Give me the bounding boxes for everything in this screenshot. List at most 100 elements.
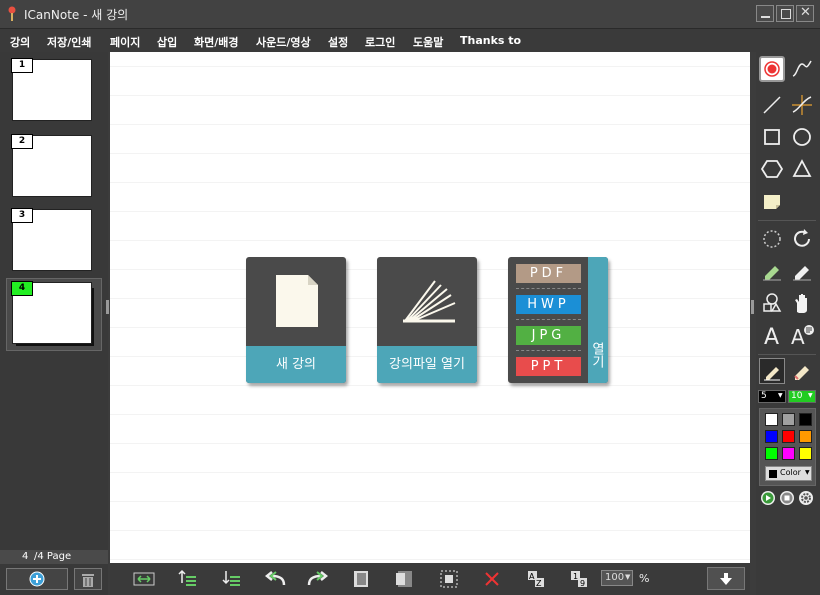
page-number-label: 3 [11,208,33,223]
pen-size-value: 5 [761,391,767,401]
undo-icon[interactable] [264,569,286,589]
pen-tool-button[interactable] [759,358,785,384]
triangle-icon[interactable] [789,156,815,182]
divider [758,354,816,355]
menu-screen-background[interactable]: 화면/배경 [194,34,239,50]
hwp-format-button[interactable]: HWP [516,295,581,314]
blank-document-icon [276,275,318,327]
gear-icon[interactable] [798,490,814,506]
freehand-icon[interactable] [789,56,815,82]
close-button[interactable]: ✕ [796,5,814,22]
color-swatch-orange[interactable] [799,430,812,443]
move-page-up-icon[interactable] [176,569,198,589]
clear-icon[interactable] [481,569,503,589]
zoom-value: 100 [605,572,625,583]
custom-color-button[interactable]: Color ▼ [765,466,812,481]
page-thumbnail[interactable]: 1 [11,58,92,121]
divider [758,220,816,221]
sort-19-icon[interactable]: 19 [568,569,590,589]
add-page-button[interactable] [6,568,68,590]
text-tool-icon[interactable]: A [759,322,785,348]
new-lecture-card[interactable]: 새 강의 [246,257,346,383]
page-number-label: 1 [11,58,33,73]
current-page-value: 4 [22,551,29,562]
svg-text:A: A [791,325,805,348]
minimize-button[interactable] [756,5,774,22]
circle-icon[interactable] [789,124,815,150]
maximize-button[interactable] [776,5,794,22]
menu-thanks-to[interactable]: Thanks to [460,34,521,47]
svg-text:A: A [764,325,779,348]
separator [516,319,581,320]
menu-save-print[interactable]: 저장/인쇄 [47,34,92,50]
new-lecture-label: 새 강의 [246,346,346,383]
menu-page[interactable]: 페이지 [110,34,140,50]
line-icon[interactable] [759,92,785,118]
menu-bar: 강의 저장/인쇄 페이지 삽입 화면/배경 사운드/영상 설정 로그인 도움말 … [0,29,820,52]
lasso-select-icon[interactable] [759,226,785,252]
color-swatch-yellow[interactable] [799,447,812,460]
window-title: ICanNote - 새 강의 [24,8,129,22]
color-swatch-white[interactable] [765,413,778,426]
jpg-format-button[interactable]: JPG [516,326,581,345]
move-page-down-icon[interactable] [220,569,242,589]
paste-page-icon[interactable] [394,569,416,589]
color-swatch-gray[interactable] [782,413,795,426]
menu-settings[interactable]: 설정 [328,34,348,50]
hexagon-icon[interactable] [759,156,785,182]
fit-width-icon[interactable] [133,569,155,589]
sort-az-icon[interactable]: AZ [525,569,547,589]
stop-icon[interactable] [779,490,795,506]
menu-login[interactable]: 로그인 [365,34,395,50]
eraser-green-icon[interactable] [759,258,785,284]
menu-help[interactable]: 도움말 [413,34,443,50]
color-swatch-blue[interactable] [765,430,778,443]
axis-graph-icon[interactable] [789,92,815,118]
pdf-format-button[interactable]: PDF [516,264,581,283]
sticky-note-icon[interactable] [759,188,785,214]
hand-pan-icon[interactable] [789,290,815,316]
menu-insert[interactable]: 삽입 [157,34,177,50]
bottom-toolbar: AZ 19 100 ▼ % [110,563,750,595]
left-splitter-handle[interactable] [106,300,109,314]
chevron-down-icon: ▼ [805,469,810,476]
open-side-tab[interactable]: 열기 [588,257,608,383]
page-number-label: 2 [11,134,33,149]
right-splitter-handle[interactable] [751,300,754,314]
color-swatch-magenta[interactable] [782,447,795,460]
text-box-icon[interactable]: A [789,322,815,348]
page-number-label: 4 [11,281,33,296]
page-thumbnail-current[interactable]: 4 [11,281,92,344]
delete-page-button[interactable] [74,568,102,590]
page-counter: 4 /4 Page [0,550,108,564]
ppt-format-button[interactable]: PPT [516,357,581,376]
rectangle-icon[interactable] [759,124,785,150]
shapes-fill-icon[interactable] [759,290,785,316]
color-swatch-red[interactable] [782,430,795,443]
redo-icon[interactable] [307,569,329,589]
highlighter-icon[interactable] [789,358,815,384]
zoom-unit: % [639,572,650,585]
play-icon[interactable] [760,490,776,506]
menu-lecture[interactable]: 강의 [10,34,30,50]
copy-page-icon[interactable] [351,569,373,589]
color-swatch-black[interactable] [799,413,812,426]
page-thumbnail[interactable]: 3 [11,208,92,271]
zoom-select[interactable]: 100 ▼ [601,570,633,586]
collapse-toolbar-button[interactable] [707,567,745,590]
pen-icon [764,367,780,381]
record-button[interactable] [759,56,785,82]
pen-size-select[interactable]: 5 ▼ [758,390,786,403]
drawing-canvas[interactable]: 새 강의 강의파일 열기 PDF HWP JPG PPT 열기 [110,52,750,563]
eraser-white-icon[interactable] [789,258,815,284]
color-swatch-green[interactable] [765,447,778,460]
menu-sound-video[interactable]: 사운드/영상 [256,34,311,50]
add-icon [29,571,45,587]
open-document-card[interactable]: PDF HWP JPG PPT 열기 [508,257,608,383]
svg-text:9: 9 [580,579,585,588]
highlighter-size-select[interactable]: 10 ▼ [788,390,816,403]
select-area-icon[interactable] [438,569,460,589]
rotate-icon[interactable] [789,226,815,252]
page-thumbnail[interactable]: 2 [11,134,92,197]
open-lecture-file-card[interactable]: 강의파일 열기 [377,257,477,383]
